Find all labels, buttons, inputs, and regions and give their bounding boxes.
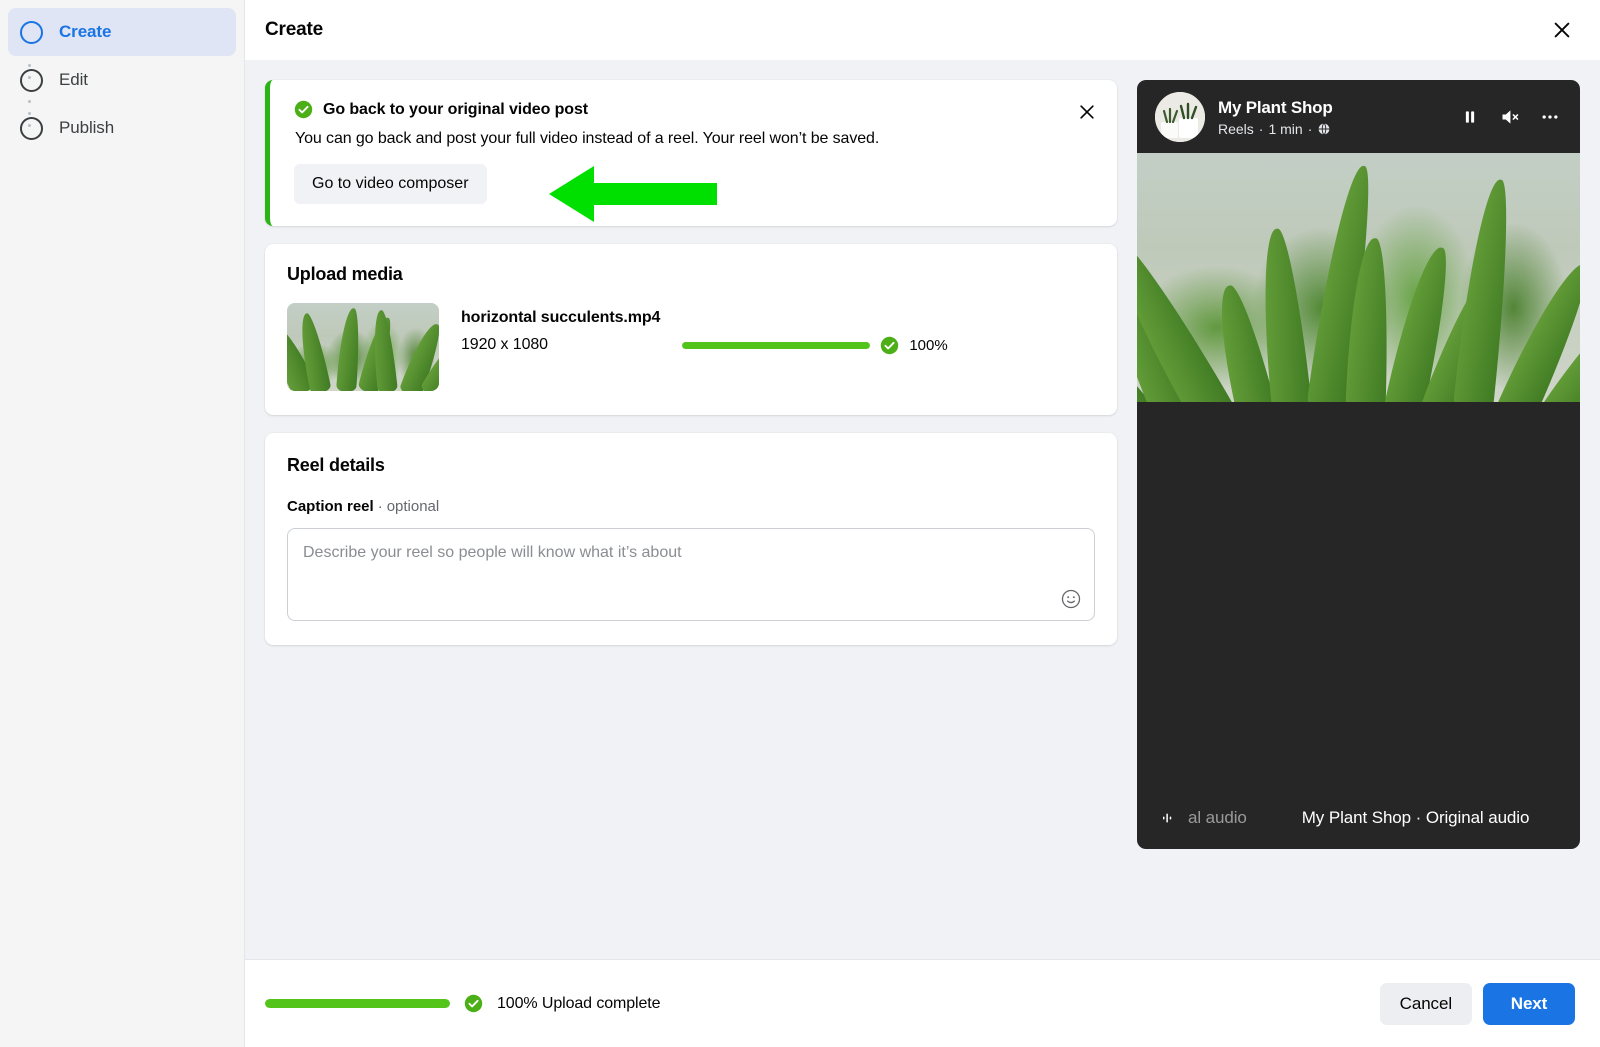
- close-icon: [1077, 102, 1097, 122]
- dismiss-banner-button[interactable]: [1069, 94, 1105, 130]
- main-panel: Create Go back to your original vid: [245, 0, 1600, 1047]
- mute-toggle-button[interactable]: [1497, 104, 1523, 130]
- preview-page-info: My Plant Shop Reels · 1 min ·: [1218, 98, 1333, 137]
- check-circle-icon: [294, 100, 313, 119]
- preview-page-name: My Plant Shop: [1218, 98, 1333, 118]
- emoji-picker-button[interactable]: [1058, 586, 1084, 612]
- step-sidebar: Create Edit Publish: [0, 0, 245, 1047]
- sidebar-item-edit[interactable]: Edit: [8, 56, 236, 104]
- thumbnail-image: [287, 303, 439, 391]
- sidebar-item-label-edit: Edit: [59, 70, 88, 90]
- banner-title: Go back to your original video post: [323, 101, 588, 119]
- preview-video-frame[interactable]: [1137, 153, 1580, 402]
- audio-waveform-icon: [1159, 809, 1179, 827]
- preview-meta-type: Reels: [1218, 121, 1254, 137]
- globe-icon: [1317, 122, 1331, 136]
- avatar-image: [1155, 92, 1205, 142]
- speaker-muted-icon: [1499, 107, 1521, 127]
- step-circle-icon: [20, 69, 43, 92]
- preview-meta-sep-2: ·: [1308, 121, 1313, 137]
- caption-field-label: Caption reel·optional: [287, 498, 1095, 515]
- dialog-body: Go back to your original video post You …: [245, 60, 1600, 959]
- caption-input[interactable]: [288, 529, 1094, 620]
- file-dimensions: 1920 x 1080: [461, 336, 660, 354]
- preview-header-actions: [1457, 104, 1563, 130]
- file-metadata: horizontal succulents.mp4 1920 x 1080: [461, 303, 660, 354]
- more-options-icon: [1540, 107, 1560, 127]
- reel-preview: My Plant Shop Reels · 1 min ·: [1137, 80, 1580, 849]
- upload-progress-group: 100%: [682, 303, 947, 355]
- sidebar-item-label-create: Create: [59, 22, 111, 42]
- upload-progress-bar: [682, 342, 870, 349]
- reel-details-title: Reel details: [287, 455, 1095, 476]
- footer-actions: Cancel Next: [1380, 983, 1575, 1025]
- reel-preview-column: My Plant Shop Reels · 1 min ·: [1137, 80, 1580, 959]
- emoji-smiley-icon: [1060, 588, 1082, 610]
- page-title: Create: [265, 19, 323, 41]
- pause-button[interactable]: [1457, 104, 1483, 130]
- preview-video-image: [1137, 153, 1580, 402]
- preview-audio-attribution: al audio My Plant Shop · Original audio: [1137, 787, 1580, 849]
- original-video-banner: Go back to your original video post You …: [265, 80, 1117, 226]
- preview-meta: Reels · 1 min ·: [1218, 121, 1333, 137]
- pause-icon: [1461, 108, 1479, 126]
- audio-marquee: al audio My Plant Shop · Original audio: [1159, 808, 1529, 828]
- video-thumbnail: [287, 303, 439, 391]
- preview-meta-duration: 1 min: [1268, 121, 1302, 137]
- close-dialog-button[interactable]: [1544, 12, 1580, 48]
- banner-header: Go back to your original video post: [294, 100, 1093, 119]
- banner-description: You can go back and post your full video…: [295, 130, 1093, 148]
- sidebar-item-label-publish: Publish: [59, 118, 114, 138]
- avatar: [1155, 92, 1205, 142]
- upload-file-row: horizontal succulents.mp4 1920 x 1080 10…: [287, 303, 1095, 391]
- caption-input-wrapper: [287, 528, 1095, 621]
- caption-label-text: Caption reel: [287, 498, 374, 515]
- preview-header: My Plant Shop Reels · 1 min ·: [1137, 80, 1580, 154]
- upload-status-text: 100% Upload complete: [497, 995, 660, 1013]
- dialog-footer: 100% Upload complete Cancel Next: [245, 959, 1600, 1047]
- caption-label-separator: ·: [378, 498, 383, 515]
- dialog-header: Create: [245, 0, 1600, 60]
- file-name: horizontal succulents.mp4: [461, 309, 660, 327]
- preview-meta-sep-1: ·: [1259, 121, 1264, 137]
- check-circle-icon: [464, 994, 483, 1013]
- sidebar-item-publish[interactable]: Publish: [8, 104, 236, 152]
- step-circle-icon: [20, 21, 43, 44]
- upload-media-card: Upload media: [265, 244, 1117, 415]
- go-to-video-composer-button[interactable]: Go to video composer: [294, 164, 487, 204]
- close-icon: [1551, 19, 1573, 41]
- caption-optional-text: optional: [387, 498, 440, 515]
- audio-text-scrolled: al audio: [1188, 808, 1247, 828]
- reels-composer-dialog: Create Edit Publish Create: [0, 0, 1600, 1047]
- next-button[interactable]: Next: [1483, 983, 1575, 1025]
- sidebar-item-create[interactable]: Create: [8, 8, 236, 56]
- footer-progress-bar: [265, 999, 450, 1008]
- upload-progress-label: 100%: [909, 337, 947, 354]
- step-circle-icon: [20, 117, 43, 140]
- left-column: Go back to your original video post You …: [265, 80, 1117, 959]
- audio-text: My Plant Shop · Original audio: [1302, 808, 1530, 828]
- more-options-button[interactable]: [1537, 104, 1563, 130]
- upload-media-title: Upload media: [287, 264, 1095, 285]
- reel-details-card: Reel details Caption reel·optional: [265, 433, 1117, 645]
- cancel-button[interactable]: Cancel: [1380, 983, 1472, 1025]
- check-circle-icon: [880, 336, 899, 355]
